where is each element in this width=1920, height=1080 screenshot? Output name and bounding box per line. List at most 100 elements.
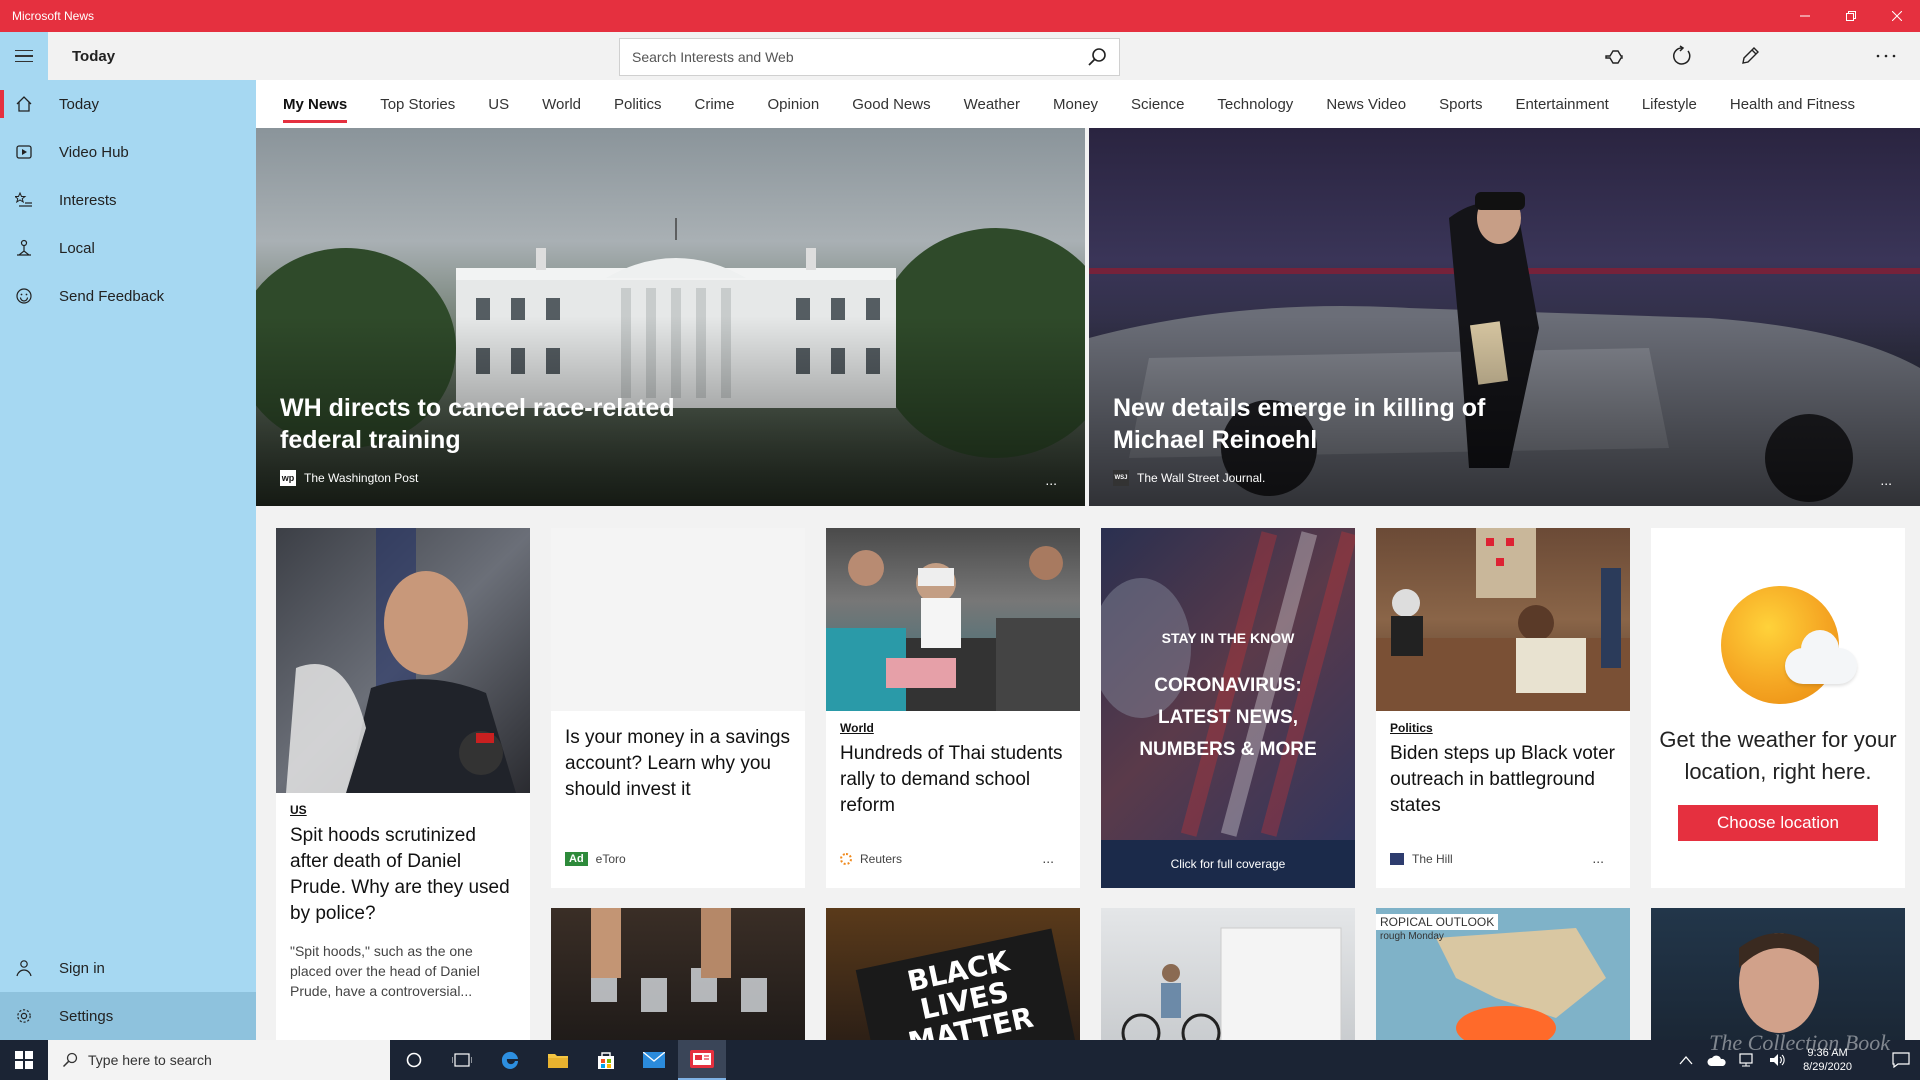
hero-story-white-house[interactable]: WH directs to cancel race-related federa… <box>256 128 1085 506</box>
taskbar-search-input[interactable] <box>88 1052 269 1068</box>
tab-lifestyle[interactable]: Lifestyle <box>1642 80 1697 128</box>
video-icon <box>14 142 34 162</box>
story-card-elon-musk[interactable] <box>1651 908 1905 1040</box>
hero-source[interactable]: wp The Washington Post <box>280 470 418 486</box>
card-headline[interactable]: Is your money in a savings account? Lear… <box>565 725 791 803</box>
sidebar-item-local[interactable]: Local <box>0 224 256 272</box>
search-icon[interactable] <box>1087 47 1107 67</box>
card-more-button[interactable]: ... <box>1592 850 1604 866</box>
sidebar-item-interests[interactable]: Interests <box>0 176 256 224</box>
card-category[interactable]: Politics <box>1390 721 1630 735</box>
card-image <box>551 528 805 711</box>
tab-opinion[interactable]: Opinion <box>768 80 820 128</box>
coronavirus-coverage-card[interactable]: STAY IN THE KNOW CORONAVIRUS: LATEST NEW… <box>1101 528 1355 888</box>
refresh-button[interactable] <box>1648 32 1716 80</box>
story-card-party-cups[interactable] <box>551 908 805 1040</box>
home-icon <box>14 94 34 114</box>
hero-source-name: The Washington Post <box>304 471 419 485</box>
full-coverage-link[interactable]: Click for full coverage <box>1101 840 1355 888</box>
card-headline[interactable]: Spit hoods scrutinized after death of Da… <box>290 823 516 927</box>
tab-sports[interactable]: Sports <box>1439 80 1482 128</box>
tab-entertainment[interactable]: Entertainment <box>1515 80 1608 128</box>
tab-health-and-fitness[interactable]: Health and Fitness <box>1730 80 1855 128</box>
header-actions <box>1580 32 1920 80</box>
file-explorer-button[interactable] <box>534 1040 582 1080</box>
close-button[interactable] <box>1874 0 1920 32</box>
sidebar-item-label: Video Hub <box>59 143 129 161</box>
store-bag-icon <box>598 1052 614 1069</box>
tab-good-news[interactable]: Good News <box>852 80 930 128</box>
sidebar-item-sign-in[interactable]: Sign in <box>0 944 256 992</box>
card-category[interactable]: World <box>840 721 1080 735</box>
tab-technology[interactable]: Technology <box>1217 80 1293 128</box>
edit-button[interactable] <box>1716 32 1784 80</box>
wsj-logo: WSJ <box>1113 470 1129 486</box>
star-list-icon <box>14 190 34 210</box>
card-source[interactable]: Reuters <box>840 852 902 866</box>
tab-top-stories[interactable]: Top Stories <box>380 80 455 128</box>
search-input[interactable] <box>632 49 1087 65</box>
story-card-thai-students[interactable]: World Hundreds of Thai students rally to… <box>826 528 1080 888</box>
restore-button[interactable] <box>1828 0 1874 32</box>
weather-prompt-text: Get the weather for your location, right… <box>1659 727 1897 784</box>
tab-world[interactable]: World <box>542 80 581 128</box>
microsoft-news-taskbar-button[interactable] <box>678 1040 726 1080</box>
ellipsis-icon <box>1876 54 1896 58</box>
more-options-button[interactable] <box>1852 32 1920 80</box>
sidebar-item-send-feedback[interactable]: Send Feedback <box>0 272 256 320</box>
hero-more-button[interactable]: ... <box>1880 472 1892 488</box>
chevron-up-icon[interactable] <box>1679 1055 1693 1065</box>
dark-mode-button[interactable] <box>1784 32 1852 80</box>
tab-politics[interactable]: Politics <box>614 80 662 128</box>
ad-badge: Ad <box>565 852 588 866</box>
minimize-button[interactable] <box>1782 0 1828 32</box>
task-view-icon <box>452 1053 472 1067</box>
sidebar-item-video-hub[interactable]: Video Hub <box>0 128 256 176</box>
card-headline[interactable]: Hundreds of Thai students rally to deman… <box>840 741 1066 819</box>
tab-science[interactable]: Science <box>1131 80 1184 128</box>
story-card-tropical-outlook[interactable]: ROPICAL OUTLOOK rough Monday <box>1376 908 1630 1040</box>
hamburger-menu-button[interactable] <box>0 32 48 80</box>
hero-source[interactable]: WSJ The Wall Street Journal. <box>1113 470 1265 486</box>
search-box[interactable] <box>619 38 1120 76</box>
tab-us[interactable]: US <box>488 80 509 128</box>
choose-location-button[interactable]: Choose location <box>1678 805 1878 841</box>
tab-crime[interactable]: Crime <box>695 80 735 128</box>
hero-headline[interactable]: WH directs to cancel race-related federa… <box>280 392 740 456</box>
pin-icon <box>1605 50 1623 64</box>
card-image <box>276 528 530 793</box>
card-image <box>1739 933 1819 1033</box>
story-card-spit-hoods[interactable]: US Spit hoods scrutinized after death of… <box>276 528 530 1040</box>
tab-money[interactable]: Money <box>1053 80 1098 128</box>
card-category[interactable]: US <box>290 803 530 817</box>
tab-weather[interactable]: Weather <box>964 80 1020 128</box>
card-excerpt: "Spit hoods," such as the one placed ove… <box>290 943 480 999</box>
edge-browser-button[interactable] <box>486 1040 534 1080</box>
clock-date: 8/29/2020 <box>1803 1061 1852 1073</box>
task-view-button[interactable] <box>438 1040 486 1080</box>
sidebar-item-settings[interactable]: Settings <box>0 992 256 1040</box>
card-source[interactable]: Ad eToro <box>565 852 626 866</box>
store-button[interactable] <box>582 1040 630 1080</box>
sidebar-item-today[interactable]: Today <box>0 80 256 128</box>
card-source[interactable]: The Hill <box>1390 852 1453 866</box>
mail-button[interactable] <box>630 1040 678 1080</box>
hero-headline[interactable]: New details emerge in killing of Michael… <box>1113 392 1573 456</box>
sidebar-item-label: Sign in <box>59 959 105 977</box>
start-button[interactable] <box>0 1040 48 1080</box>
story-card-black-lives-matter[interactable]: BLACK LIVES MATTER <box>826 908 1080 1040</box>
cortana-button[interactable] <box>390 1040 438 1080</box>
tab-news-video[interactable]: News Video <box>1326 80 1406 128</box>
hero-more-button[interactable]: ... <box>1045 472 1057 488</box>
coverage-kicker: STAY IN THE KNOW <box>1161 630 1295 646</box>
hero-story-reinoehl[interactable]: New details emerge in killing of Michael… <box>1089 128 1920 506</box>
taskbar-search-box[interactable] <box>48 1040 390 1080</box>
notification-center-icon[interactable] <box>1892 1052 1910 1068</box>
tab-my-news[interactable]: My News <box>283 80 348 128</box>
pin-button[interactable] <box>1580 32 1648 80</box>
ad-card-etoro[interactable]: Is your money in a savings account? Lear… <box>551 528 805 888</box>
card-more-button[interactable]: ... <box>1042 850 1054 866</box>
card-headline[interactable]: Biden steps up Black voter outreach in b… <box>1390 741 1616 819</box>
story-card-biden-outreach[interactable]: Politics Biden steps up Black voter outr… <box>1376 528 1630 888</box>
story-card-bicycle[interactable] <box>1101 908 1355 1040</box>
